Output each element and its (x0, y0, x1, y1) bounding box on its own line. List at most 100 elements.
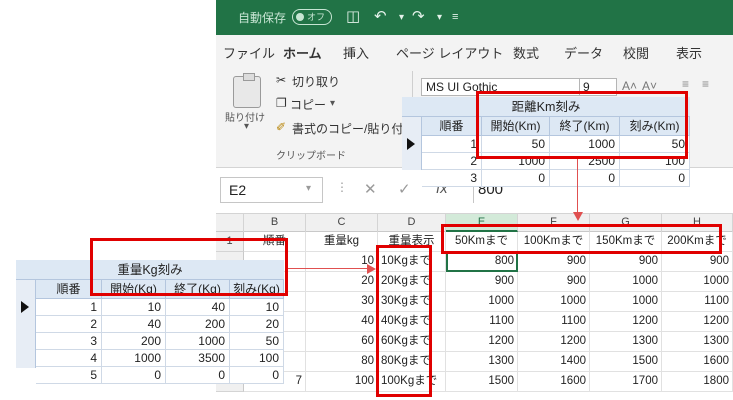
cell-h7[interactable]: 1600 (662, 352, 733, 372)
weight-table-cell[interactable]: 100 (230, 350, 284, 367)
format-painter-icon[interactable]: ✐ (276, 120, 286, 134)
weight-table-cell[interactable]: 0 (230, 367, 284, 384)
weight-table-cell[interactable]: 200 (166, 316, 230, 333)
weight-table-cell[interactable]: 5 (36, 367, 102, 384)
copy-dropdown-icon[interactable]: ▾ (330, 98, 335, 109)
cell-e3[interactable]: 900 (446, 272, 518, 292)
tab-page-layout[interactable]: ページ レイアウト (396, 43, 503, 62)
arrow-right-icon (367, 264, 376, 274)
cell-h4[interactable]: 1100 (662, 292, 733, 312)
tab-review[interactable]: 校閲 (623, 43, 649, 62)
redo-icon[interactable]: ↷ (412, 7, 425, 25)
enter-icon[interactable]: ✓ (398, 180, 411, 198)
row-selector-bar (16, 280, 36, 368)
weight-table-cell[interactable]: 0 (166, 367, 230, 384)
distance-table-cell[interactable]: 3 (422, 170, 482, 187)
cell-c7[interactable]: 80 (306, 352, 378, 372)
distance-table-cell[interactable]: 0 (620, 170, 690, 187)
weight-table-cell[interactable]: 0 (102, 367, 166, 384)
cell-e4[interactable]: 1000 (446, 292, 518, 312)
cell-h5[interactable]: 1200 (662, 312, 733, 332)
cell-f2[interactable]: 900 (518, 252, 590, 272)
cell-e7[interactable]: 1300 (446, 352, 518, 372)
cell-f4[interactable]: 1000 (518, 292, 590, 312)
cell-e6[interactable]: 1200 (446, 332, 518, 352)
distance-table-cell[interactable]: 0 (550, 170, 620, 187)
cell-c8[interactable]: 100 (306, 372, 378, 392)
cell-h8[interactable]: 1800 (662, 372, 733, 392)
autosave-toggle[interactable]: オフ (292, 9, 332, 25)
weight-table-cell[interactable]: 40 (166, 299, 230, 316)
weight-table-cell[interactable]: 1000 (166, 333, 230, 350)
weight-table-cell[interactable]: 1000 (102, 350, 166, 367)
weight-table-cell[interactable]: 20 (230, 316, 284, 333)
cell-g4[interactable]: 1000 (590, 292, 662, 312)
undo-icon[interactable]: ↶ (374, 7, 387, 25)
cell-g6[interactable]: 1300 (590, 332, 662, 352)
tab-home[interactable]: ホーム (283, 43, 322, 67)
weight-table-cell[interactable]: 40 (102, 316, 166, 333)
paste-icon[interactable] (233, 73, 261, 108)
cell-e2[interactable]: 800 (446, 252, 518, 272)
weight-table-cell[interactable]: 50 (230, 333, 284, 350)
cell-e8[interactable]: 1500 (446, 372, 518, 392)
tab-formulas[interactable]: 数式 (513, 43, 539, 62)
clipboard-group-label: クリップボード (276, 151, 346, 162)
cell-f3[interactable]: 900 (518, 272, 590, 292)
align-top-icon[interactable]: ≡ (682, 77, 689, 91)
cell-c1[interactable]: 重量kg (306, 232, 378, 252)
cancel-icon[interactable]: ✕ (364, 180, 377, 198)
cell-f6[interactable]: 1200 (518, 332, 590, 352)
cut-icon[interactable]: ✂ (276, 73, 286, 87)
weight-table-cell[interactable]: 10 (102, 299, 166, 316)
tab-file[interactable]: ファイル (223, 43, 275, 62)
distance-table-cell[interactable]: 1 (422, 136, 482, 153)
redo-dropdown-icon[interactable]: ▾ (437, 12, 442, 23)
customize-qat-icon[interactable]: ≡ (452, 11, 458, 23)
cell-c3[interactable]: 20 (306, 272, 378, 292)
tab-view[interactable]: 表示 (676, 43, 702, 62)
weight-table-cell[interactable]: 1 (36, 299, 102, 316)
cell-c5[interactable]: 40 (306, 312, 378, 332)
tab-data[interactable]: データ (564, 43, 603, 62)
cell-f8[interactable]: 1600 (518, 372, 590, 392)
cell-c6[interactable]: 60 (306, 332, 378, 352)
cut-button[interactable]: 切り取り (292, 73, 340, 90)
align-middle-icon[interactable]: ≡ (702, 77, 709, 91)
col-header-b[interactable]: B (244, 214, 306, 232)
undo-dropdown-icon[interactable]: ▾ (399, 12, 404, 23)
tab-insert[interactable]: 挿入 (343, 43, 369, 62)
weight-table-cell[interactable]: 3 (36, 333, 102, 350)
cell-g3[interactable]: 1000 (590, 272, 662, 292)
col-header-c[interactable]: C (306, 214, 378, 232)
name-box-dropdown-icon[interactable]: ▾ (306, 183, 311, 194)
weight-table-cell[interactable]: 2 (36, 316, 102, 333)
distance-table-cell[interactable]: 0 (482, 170, 550, 187)
cell-e5[interactable]: 1100 (446, 312, 518, 332)
select-all-corner[interactable] (216, 214, 244, 232)
paste-dropdown-icon[interactable]: ▾ (244, 121, 249, 132)
cell-h2[interactable]: 900 (662, 252, 733, 272)
cell-g2[interactable]: 900 (590, 252, 662, 272)
copy-button[interactable]: コピー (290, 96, 326, 113)
col-header-d[interactable]: D (378, 214, 446, 232)
cell-h3[interactable]: 1000 (662, 272, 733, 292)
copy-icon[interactable]: ❐ (276, 96, 287, 110)
cell-g5[interactable]: 1200 (590, 312, 662, 332)
autosave-state: オフ (307, 12, 326, 22)
weight-table-cell[interactable]: 200 (102, 333, 166, 350)
weight-table-cell[interactable]: 4 (36, 350, 102, 367)
cell-h6[interactable]: 1300 (662, 332, 733, 352)
cell-g8[interactable]: 1700 (590, 372, 662, 392)
save-icon[interactable]: ◫ (346, 7, 360, 25)
weight-table-cell[interactable]: 10 (230, 299, 284, 316)
weight-table-cell[interactable]: 3500 (166, 350, 230, 367)
name-box-value: E2 (229, 182, 247, 198)
arrow-down-icon (573, 212, 583, 221)
format-painter-button[interactable]: 書式のコピー/貼り付け (292, 120, 415, 137)
cell-f5[interactable]: 1100 (518, 312, 590, 332)
distance-table-cell[interactable]: 2 (422, 153, 482, 170)
cell-c4[interactable]: 30 (306, 292, 378, 312)
cell-g7[interactable]: 1500 (590, 352, 662, 372)
cell-f7[interactable]: 1400 (518, 352, 590, 372)
